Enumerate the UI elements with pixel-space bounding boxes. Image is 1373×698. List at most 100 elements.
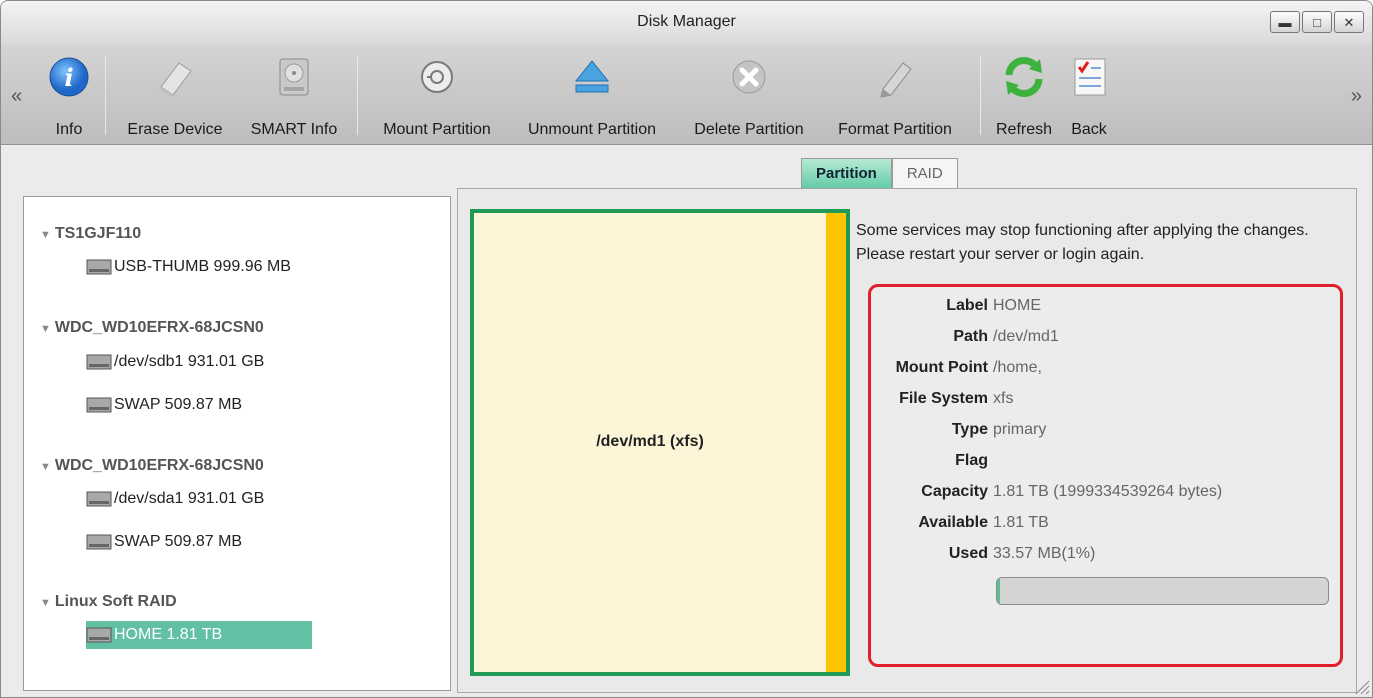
expand-triangle-icon: ▼ — [40, 323, 51, 335]
minimize-button[interactable]: ▬ — [1270, 11, 1300, 33]
tree-group-header[interactable]: ▼ TS1GJF110 — [40, 225, 141, 243]
tab-raid[interactable]: RAID — [891, 158, 958, 188]
expand-triangle-icon: ▼ — [40, 597, 51, 609]
delete-icon — [732, 60, 766, 94]
window-controls: ▬ □ ✕ — [1270, 11, 1364, 33]
partition-details: Label HOME Path /dev/md1 Mount Point /ho… — [868, 284, 1343, 667]
tree-group-header[interactable]: ▼ Linux Soft RAID — [40, 593, 177, 611]
refresh-icon — [1005, 56, 1043, 98]
hard-disk-icon — [279, 58, 309, 96]
window-title: Disk Manager — [637, 13, 736, 30]
back-label: Back — [1071, 121, 1107, 138]
pencil-icon — [880, 62, 912, 98]
maximize-icon: □ — [1313, 14, 1321, 30]
back-button[interactable]: Back — [1051, 51, 1127, 141]
detail-key: Type — [951, 421, 988, 438]
detail-value: HOME — [993, 297, 1041, 314]
info-label: Info — [55, 121, 83, 138]
detail-key: Mount Point — [895, 359, 988, 376]
tree-group-header[interactable]: ▼ WDC_WD10EFRX-68JCSN0 — [40, 319, 264, 337]
partition-map-block[interactable]: /dev/md1 (xfs) — [470, 209, 850, 676]
minimize-icon: ▬ — [1278, 14, 1292, 30]
partition-block-label: /dev/md1 (xfs) — [596, 433, 704, 450]
toolbar-separator — [105, 55, 106, 135]
usage-progress-fill — [997, 578, 1001, 604]
tab-partition[interactable]: Partition — [801, 158, 892, 188]
resize-grip-icon[interactable] — [1352, 677, 1370, 695]
detail-row-file-system: File System xfs — [871, 390, 1341, 414]
drive-icon — [86, 354, 112, 370]
smart-info-label: SMART Info — [250, 121, 338, 138]
drive-icon — [86, 397, 112, 413]
detail-value: 1.81 TB — [993, 514, 1049, 531]
unmount-partition-button[interactable]: Unmount Partition — [509, 51, 675, 141]
partition-strip — [826, 213, 846, 672]
refresh-label: Refresh — [995, 121, 1053, 138]
tree-item-selected[interactable]: HOME 1.81 TB — [86, 621, 313, 649]
erase-device-label: Erase Device — [127, 121, 223, 138]
tree-item[interactable]: SWAP 509.87 MB — [86, 391, 242, 419]
drive-icon — [86, 491, 112, 507]
content-area: ▼ TS1GJF110 USB-THUMB 999.96 MB ▼ WDC_WD10… — [1, 146, 1372, 697]
delete-partition-button[interactable]: Delete Partition — [677, 51, 821, 141]
detail-value: /home, — [993, 359, 1042, 376]
tree-item[interactable]: /dev/sda1 931.01 GB — [86, 485, 264, 513]
info-icon: i — [49, 57, 89, 97]
detail-row-capacity: Capacity 1.81 TB (1999334539264 bytes) — [871, 483, 1341, 507]
device-tree: ▼ TS1GJF110 USB-THUMB 999.96 MB ▼ WDC_WD10… — [23, 196, 451, 691]
delete-partition-label: Delete Partition — [694, 121, 804, 138]
detail-value: xfs — [993, 390, 1014, 407]
erase-device-button[interactable]: Erase Device — [113, 51, 237, 141]
expand-triangle-icon: ▼ — [40, 461, 51, 473]
tree-item[interactable]: USB-THUMB 999.96 MB — [86, 253, 291, 281]
detail-row-type: Type primary — [871, 421, 1341, 445]
mount-partition-label: Mount Partition — [383, 121, 491, 138]
detail-key: Path — [953, 328, 988, 345]
detail-value: 33.57 MB(1%) — [993, 545, 1096, 562]
notice-text: Some services may stop functioning after… — [856, 222, 1309, 263]
close-icon: ✕ — [1343, 14, 1355, 30]
detail-key: Used — [948, 545, 988, 562]
disk-manager-window: Disk Manager ▬ □ ✕ « » i Info Erase Devi… — [0, 0, 1373, 698]
drive-icon — [86, 259, 112, 275]
detail-key: File System — [899, 390, 988, 407]
svg-text:i: i — [64, 63, 73, 92]
format-partition-label: Format Partition — [838, 121, 952, 138]
drive-icon — [86, 534, 112, 550]
title-bar: Disk Manager ▬ □ ✕ — [1, 1, 1372, 45]
format-partition-button[interactable]: Format Partition — [823, 51, 967, 141]
detail-key: Capacity — [921, 483, 988, 500]
partition-panel: /dev/md1 (xfs) Some services may stop fu… — [457, 188, 1357, 693]
scroll-left-icon[interactable]: « — [11, 85, 22, 108]
usage-progress-bar — [996, 577, 1329, 605]
detail-key: Available — [918, 514, 988, 531]
detail-value: /dev/md1 — [993, 328, 1059, 345]
detail-row-path: Path /dev/md1 — [871, 328, 1341, 352]
unmount-partition-label: Unmount Partition — [527, 121, 657, 138]
detail-key: Flag — [955, 452, 988, 469]
detail-row-used: Used 33.57 MB(1%) — [871, 545, 1341, 569]
checklist-icon — [1074, 58, 1106, 96]
detail-row-flag: Flag — [871, 452, 1341, 476]
mount-partition-button[interactable]: Mount Partition — [367, 51, 507, 141]
eject-icon — [574, 60, 610, 93]
tree-item[interactable]: SWAP 509.87 MB — [86, 528, 242, 556]
tree-item[interactable]: /dev/sdb1 931.01 GB — [86, 348, 264, 376]
detail-row-label: Label HOME — [871, 297, 1341, 321]
detail-row-available: Available 1.81 TB — [871, 514, 1341, 538]
refresh-button[interactable]: Refresh — [989, 51, 1059, 141]
smart-info-button[interactable]: SMART Info — [241, 51, 347, 141]
view-tabs: Partition RAID — [801, 158, 958, 188]
toolbar-separator — [980, 55, 981, 135]
info-button[interactable]: i Info — [43, 51, 95, 141]
detail-key: Label — [946, 297, 988, 314]
drive-icon — [86, 627, 112, 643]
toolbar-separator — [357, 55, 358, 135]
close-button[interactable]: ✕ — [1334, 11, 1364, 33]
scroll-right-icon[interactable]: » — [1351, 85, 1362, 108]
detail-value: 1.81 TB (1999334539264 bytes) — [993, 483, 1223, 500]
maximize-button[interactable]: □ — [1302, 11, 1332, 33]
detail-row-mount-point: Mount Point /home, — [871, 359, 1341, 383]
tree-group-header[interactable]: ▼ WDC_WD10EFRX-68JCSN0 — [40, 457, 264, 475]
expand-triangle-icon: ▼ — [40, 229, 51, 241]
